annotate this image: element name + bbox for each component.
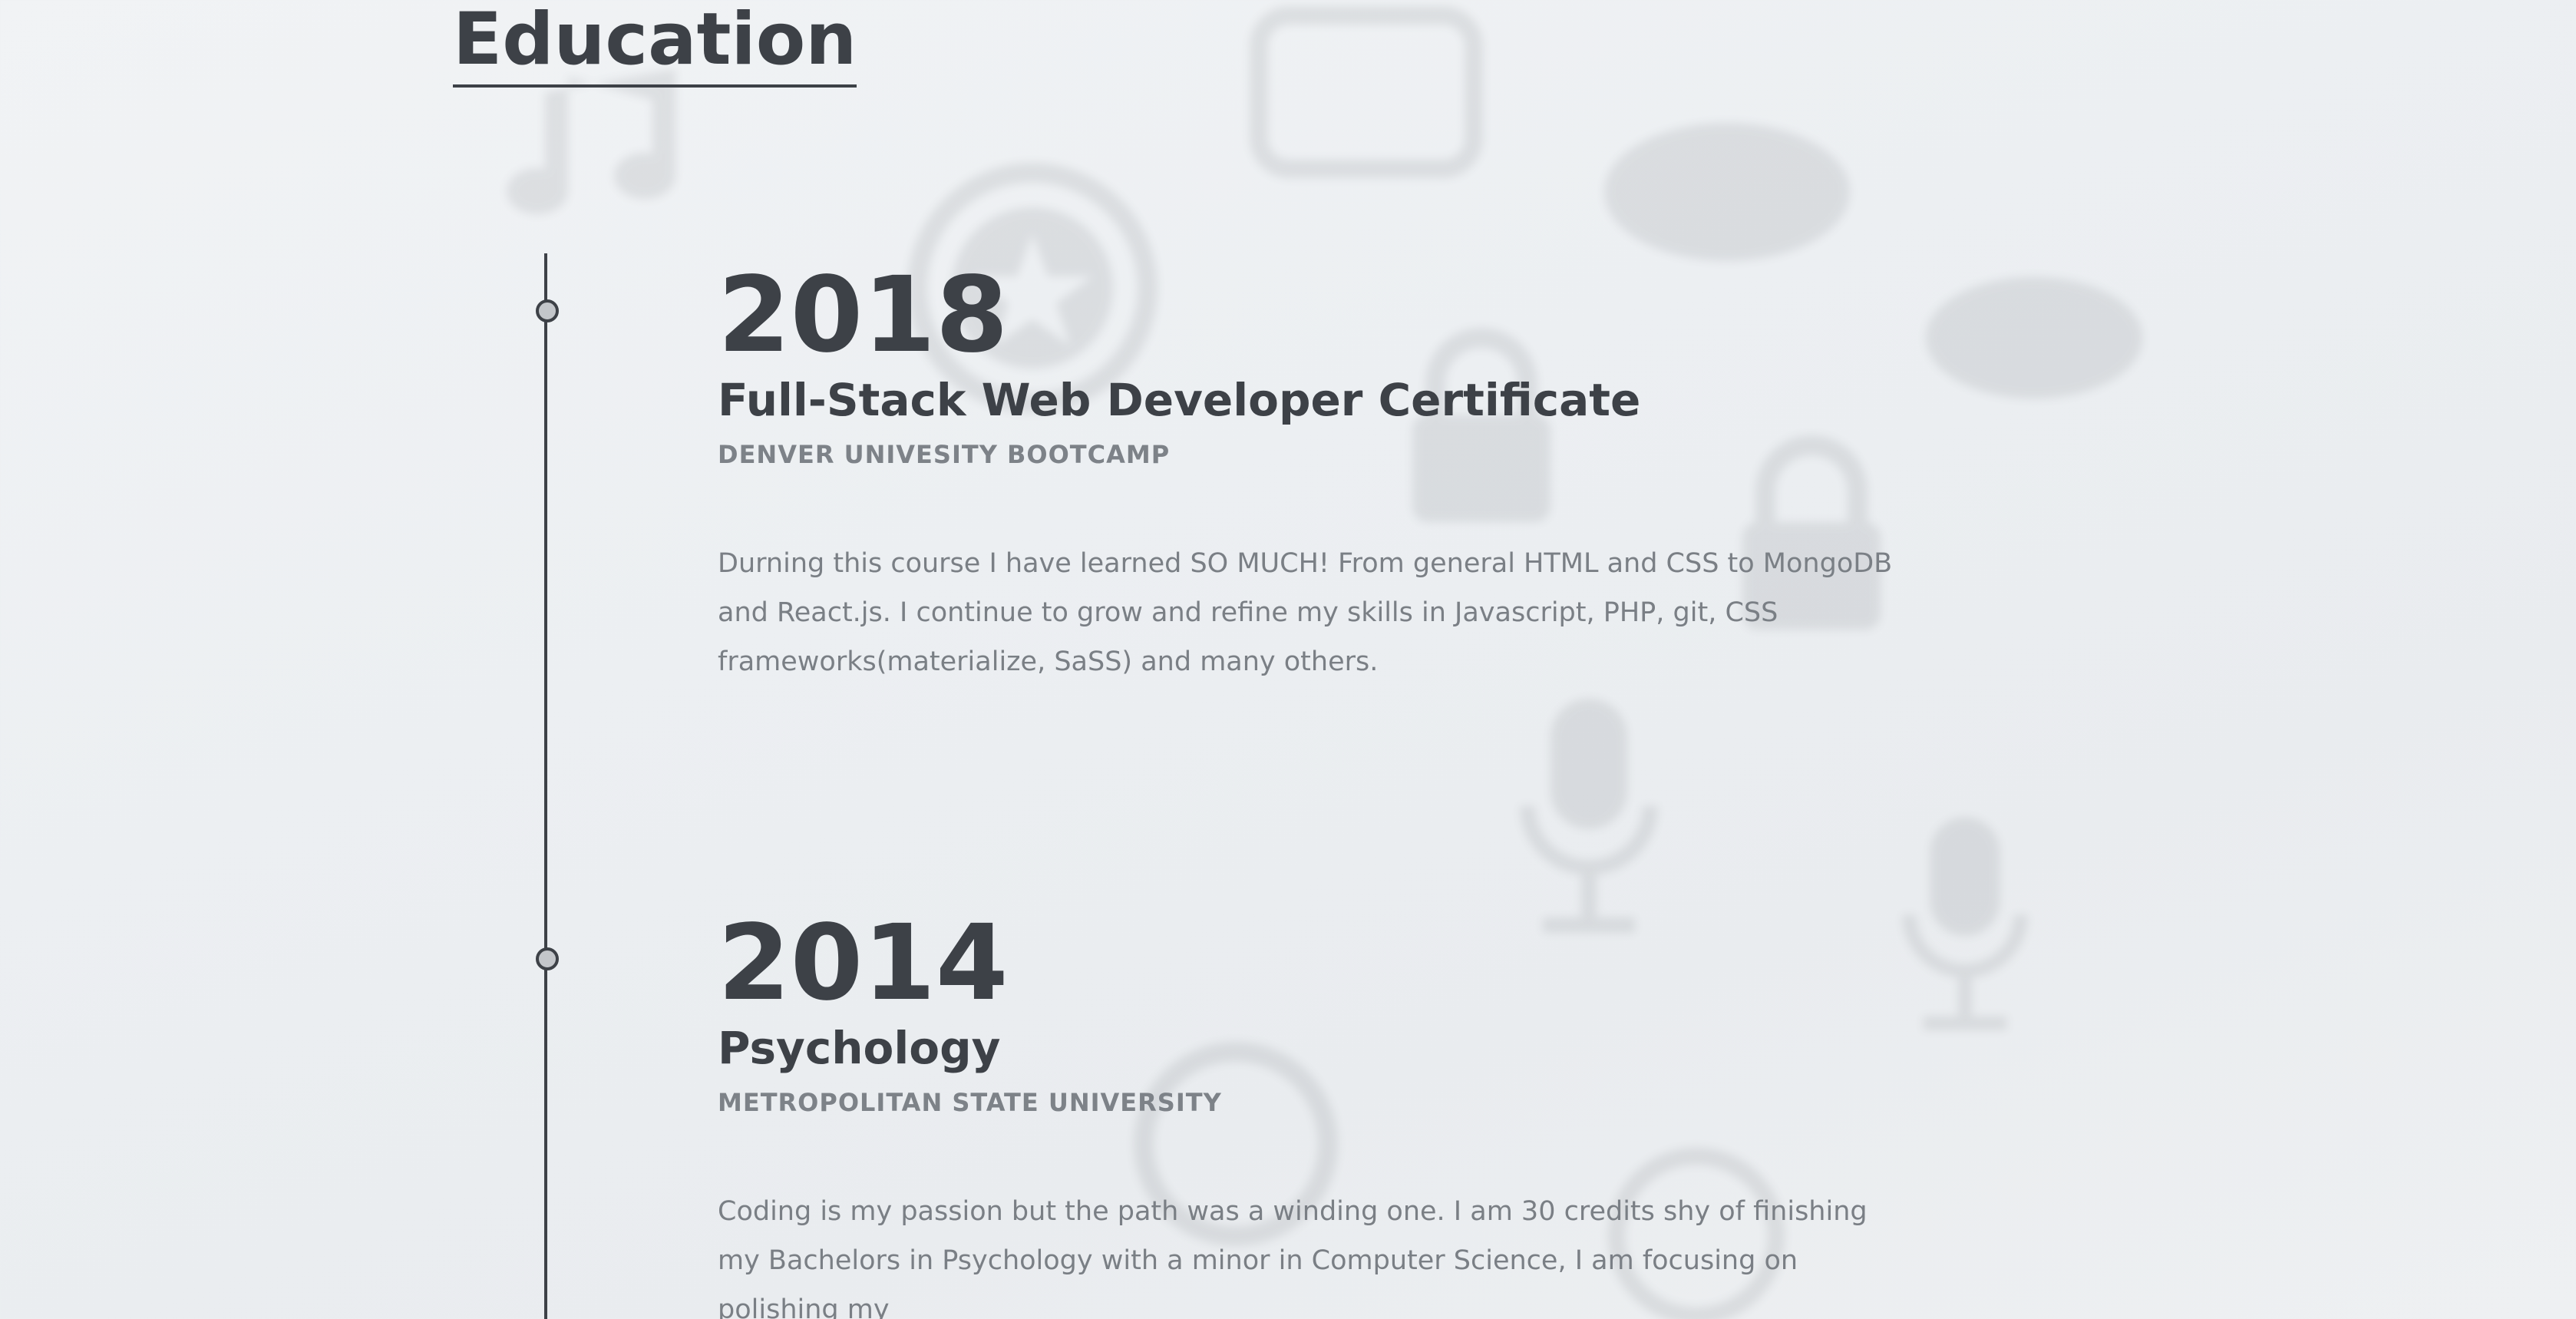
timeline-line [544,253,547,1319]
section-title: Education [453,0,857,88]
entry-title: Psychology [718,1022,1001,1074]
entry-school: METROPOLITAN STATE UNIVERSITY [718,1088,1222,1117]
entry-school: DENVER UNIVESITY BOOTCAMP [718,440,1171,469]
timeline-dot [536,299,559,322]
entry-year: 2014 [718,903,1009,1024]
eye-icon [1604,123,1850,261]
entry-description: Coding is my passion but the path was a … [718,1196,1868,1319]
music-note-icon [507,69,675,215]
leaf-icon [1250,6,1483,178]
education-entry: 2014 Psychology METROPOLITAN STATE UNIVE… [718,906,1915,1319]
education-entry: 2018 Full-Stack Web Developer Certificat… [718,258,1915,686]
entry-title: Full-Stack Web Developer Certificate [718,374,1641,426]
eye-icon [1925,276,2143,399]
entry-description: Durning this course I have learned SO MU… [718,548,1893,677]
entry-year: 2018 [718,255,1009,376]
timeline-dot [536,947,559,970]
